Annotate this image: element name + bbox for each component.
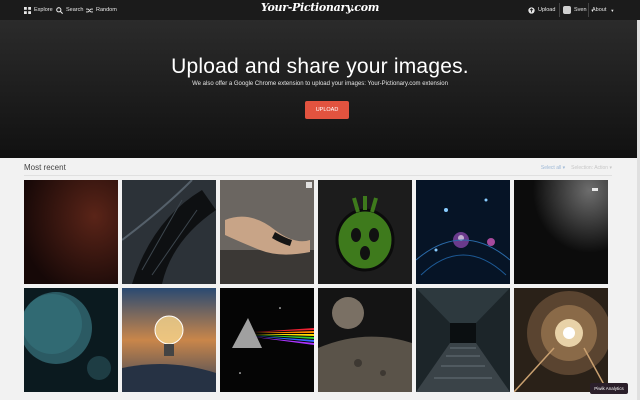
image-tile[interactable] — [24, 288, 118, 392]
thumbnail-moon-surface — [318, 288, 412, 392]
thumbnail-dark-corridor — [416, 288, 510, 392]
nav-explore[interactable]: Explore — [24, 4, 53, 16]
nav-user-menu[interactable]: Sven ▼ — [563, 4, 595, 16]
select-all-label: Select all — [540, 165, 562, 171]
image-tile[interactable] — [220, 288, 314, 392]
image-tile[interactable] — [416, 288, 510, 392]
nav-search[interactable]: Search — [56, 4, 83, 16]
thumbnail-spider-suit — [122, 180, 216, 284]
upload-icon — [528, 6, 535, 14]
upload-button[interactable]: UPLOAD — [305, 101, 349, 119]
search-icon — [56, 6, 63, 14]
image-tile[interactable] — [24, 180, 118, 284]
select-all-button[interactable]: Select all ▾ — [541, 165, 565, 171]
hero-title: Upload and share your images. — [171, 55, 469, 78]
nav-about-menu[interactable]: About ▼ — [592, 4, 614, 16]
nav-upload-label: Upload — [538, 7, 556, 13]
top-navigation-bar: Explore Search Random Your-Pictionary.co… — [0, 0, 640, 20]
selection-action-label: Selection: Action — [571, 165, 609, 171]
thumbnail-woman-reclining — [220, 180, 314, 284]
listing-toolbar: Select all ▾ Selection: Action ▾ — [541, 165, 612, 171]
thumbnail-dark-red-texture — [24, 180, 118, 284]
hero-banner: Upload and share your images. We also of… — [0, 20, 640, 158]
thumbnail-teal-planet — [24, 288, 118, 392]
hero-subtitle: We also offer a Google Chrome extension … — [192, 81, 448, 87]
explore-icon — [24, 6, 31, 14]
nav-divider — [559, 3, 560, 17]
image-tile[interactable] — [220, 180, 314, 284]
section-divider — [24, 175, 612, 176]
random-icon — [86, 8, 93, 12]
nav-random[interactable]: Random — [86, 4, 117, 16]
nav-explore-label: Explore — [34, 7, 53, 13]
nav-user-label: Sven — [574, 7, 587, 13]
image-tile[interactable] — [122, 288, 216, 392]
selection-action-button[interactable]: Selection: Action ▾ — [571, 165, 612, 171]
thumbnail-bulb-sunset — [122, 288, 216, 392]
site-logo[interactable]: Your-Pictionary.com — [261, 1, 380, 14]
thumbnail-tunnel — [514, 288, 608, 392]
nav-upload[interactable]: Upload — [528, 4, 555, 16]
thumbnail-cosmic-orbs — [416, 180, 510, 284]
thumbnail-green-mascot — [318, 180, 412, 284]
image-tile[interactable] — [416, 180, 510, 284]
nav-divider — [588, 3, 589, 17]
about-caret-icon: ▼ — [610, 7, 615, 13]
nav-search-label: Search — [66, 7, 84, 13]
thumbnail-prism-spectrum — [220, 288, 314, 392]
image-tile[interactable] — [514, 180, 608, 284]
nav-random-label: Random — [96, 7, 117, 13]
nav-about-label: About — [592, 7, 607, 13]
image-tile[interactable] — [514, 288, 608, 392]
analytics-badge[interactable]: Piwik Analytics — [590, 383, 628, 394]
image-tile[interactable] — [122, 180, 216, 284]
thumbnail-dark-street-light — [514, 180, 608, 284]
image-tile[interactable] — [318, 180, 412, 284]
image-tile[interactable] — [318, 288, 412, 392]
avatar — [563, 6, 571, 14]
section-title: Most recent — [24, 163, 66, 172]
